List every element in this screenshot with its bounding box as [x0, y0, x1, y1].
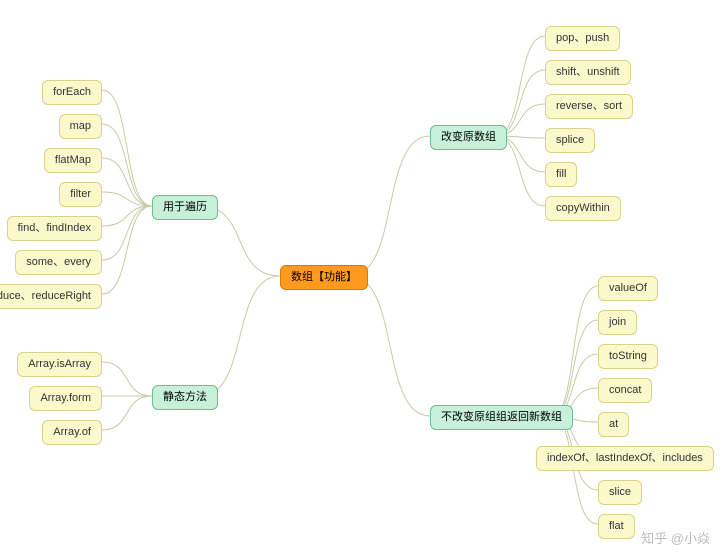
leaf-mutating-3[interactable]: splice	[545, 128, 595, 153]
category-static[interactable]: 静态方法	[152, 385, 218, 410]
leaf-static-0[interactable]: Array.isArray	[17, 352, 102, 377]
category-mutating[interactable]: 改变原数组	[430, 125, 507, 150]
leaf-nonmutating-1[interactable]: join	[598, 310, 637, 335]
leaf-iterating-1[interactable]: map	[59, 114, 102, 139]
leaf-nonmutating-4[interactable]: at	[598, 412, 629, 437]
leaf-nonmutating-6[interactable]: slice	[598, 480, 642, 505]
leaf-mutating-5[interactable]: copyWithin	[545, 196, 621, 221]
leaf-iterating-0[interactable]: forEach	[42, 80, 102, 105]
root-node[interactable]: 数组【功能】	[280, 265, 368, 290]
leaf-static-2[interactable]: Array.of	[42, 420, 102, 445]
leaf-iterating-5[interactable]: some、every	[15, 250, 102, 275]
leaf-nonmutating-0[interactable]: valueOf	[598, 276, 658, 301]
leaf-mutating-2[interactable]: reverse、sort	[545, 94, 633, 119]
leaf-static-1[interactable]: Array.form	[29, 386, 102, 411]
leaf-iterating-3[interactable]: filter	[59, 182, 102, 207]
leaf-nonmutating-5[interactable]: indexOf、lastIndexOf、includes	[536, 446, 714, 471]
leaf-iterating-6[interactable]: reduce、reduceRight	[0, 284, 102, 309]
leaf-nonmutating-2[interactable]: toString	[598, 344, 658, 369]
leaf-nonmutating-3[interactable]: concat	[598, 378, 652, 403]
leaf-mutating-4[interactable]: fill	[545, 162, 577, 187]
leaf-iterating-4[interactable]: find、findIndex	[7, 216, 102, 241]
category-nonmutating[interactable]: 不改变原组组返回新数组	[430, 405, 573, 430]
leaf-iterating-2[interactable]: flatMap	[44, 148, 102, 173]
watermark: 知乎 @小焱	[641, 528, 710, 547]
leaf-mutating-0[interactable]: pop、push	[545, 26, 620, 51]
leaf-mutating-1[interactable]: shift、unshift	[545, 60, 631, 85]
leaf-nonmutating-7[interactable]: flat	[598, 514, 635, 539]
category-iterating[interactable]: 用于遍历	[152, 195, 218, 220]
